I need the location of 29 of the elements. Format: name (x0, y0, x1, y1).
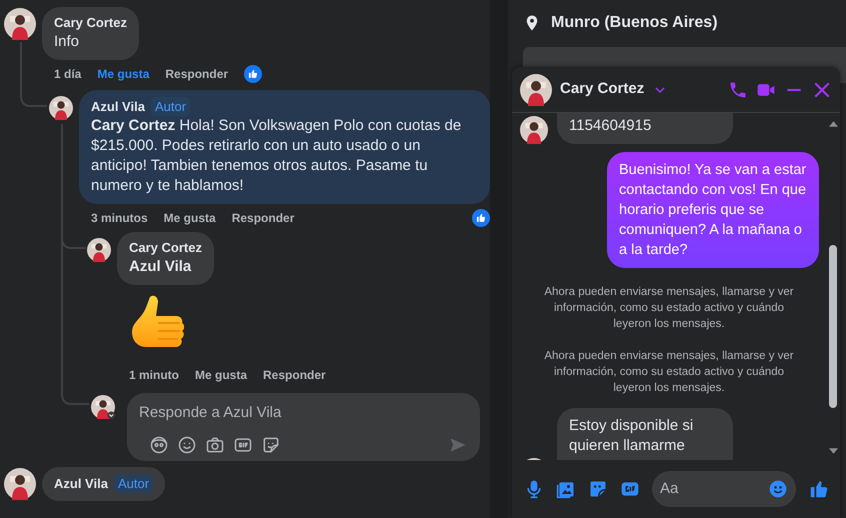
reply-field[interactable]: Responde a Azul Vila (139, 402, 468, 424)
message-field[interactable]: Aa (660, 478, 768, 500)
author-badge: Autor (150, 97, 190, 116)
location-text: Munro (Buenos Aires) (551, 13, 718, 33)
timestamp: 1 minuto (129, 367, 179, 384)
author-name[interactable]: Cary Cortez (54, 14, 127, 32)
timestamp: 3 minutos (91, 210, 148, 227)
reply-box[interactable]: Responde a Azul Vila (127, 393, 480, 461)
like-link[interactable]: Me gusta (164, 209, 216, 227)
contact-name[interactable]: Cary Cortez (560, 78, 644, 101)
author-name[interactable]: Azul Vila (54, 474, 108, 492)
received-message: 1154604915 (557, 113, 733, 144)
comment-text: Cary Cortez Hola! Son Volkswagen Polo con cuotas de $215.000. Podes retirarlo con un auto usado o un anticipo! Tambien tenemos otros autos. Pasame tu numero y te hablamos! (91, 116, 462, 196)
reply-link[interactable]: Responder (165, 65, 228, 83)
reply-link[interactable]: Responder (263, 366, 326, 384)
message-box[interactable]: Aa (652, 471, 796, 507)
author-badge: Autor (114, 474, 154, 493)
author-name[interactable]: Cary Cortez (129, 239, 202, 257)
timestamp: 1 día (54, 66, 82, 83)
like-link[interactable]: Me gusta (97, 65, 150, 83)
reply-link[interactable]: Responder (232, 209, 294, 227)
system-notice: Ahora pueden enviarse mensajes, llamarse y ver información, como su estado activo y cuándo leyeron los mensajes. (543, 285, 795, 332)
comment-text: Info (54, 32, 80, 52)
author-name[interactable]: Azul Vila (91, 98, 145, 116)
comment-text: Azul Vila (129, 257, 192, 277)
sent-message: Buenisimo! Ya se van a estar contactando con vos! En que horario preferis que se comuniquen? A la mañana o a la tarde? (607, 152, 819, 268)
system-notice: Ahora pueden enviarse mensajes, llamarse y ver información, como su estado activo y cuándo leyeron los mensajes. (543, 349, 795, 396)
like-link[interactable]: Me gusta (195, 366, 248, 384)
received-message: Estoy disponible si quieren llamarme (557, 408, 733, 460)
